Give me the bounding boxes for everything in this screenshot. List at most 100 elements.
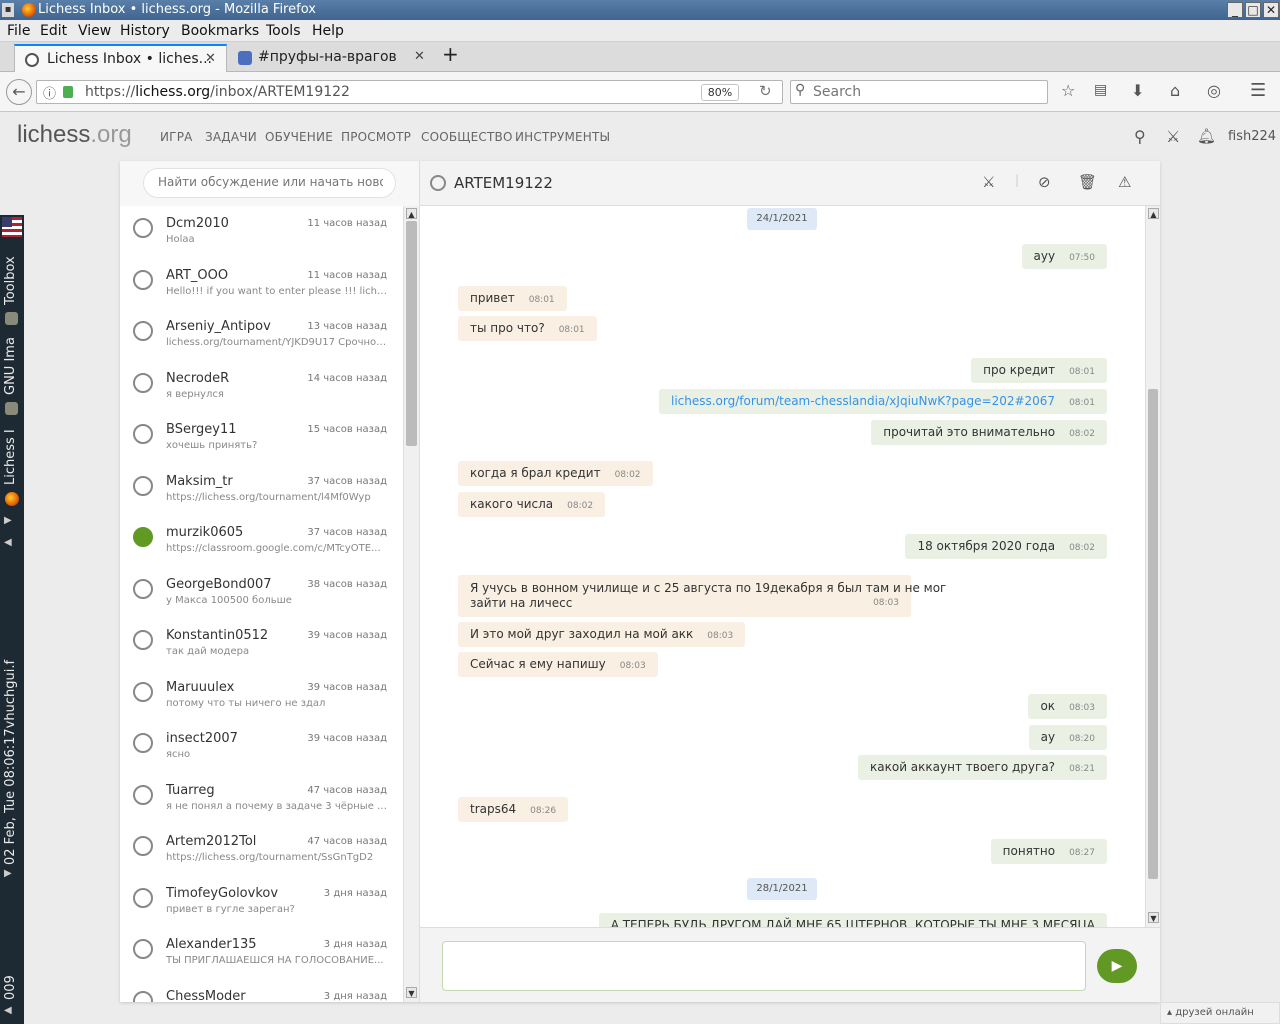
thread-item[interactable]: BSergey11 15 часов назад хочешь принять? bbox=[120, 412, 403, 463]
close-tab-icon[interactable]: ✕ bbox=[205, 51, 216, 66]
search-input[interactable] bbox=[813, 83, 1043, 101]
menu-tools[interactable]: Tools bbox=[266, 23, 301, 39]
message-link[interactable]: lichess.org/forum/team-chesslandia/xJqiu… bbox=[671, 394, 1055, 408]
nav-puzzles[interactable]: ЗАДАЧИ bbox=[205, 130, 257, 144]
thread-item[interactable]: GeorgeBond007 38 часов назад у Макса 10050… bbox=[120, 567, 403, 618]
thread-item[interactable]: Artem2012Tol 47 часов назад https://liches… bbox=[120, 824, 403, 875]
thread-item[interactable]: Maksim_tr 37 часов назад https://lichess.o… bbox=[120, 464, 403, 515]
scroll-down-icon[interactable]: ▼ bbox=[1148, 912, 1159, 923]
challenge-icon[interactable]: ⚔ bbox=[982, 173, 995, 191]
taskbar-item-lichess[interactable]: Lichess I bbox=[3, 429, 18, 485]
scroll-down-icon[interactable]: ▼ bbox=[406, 987, 417, 998]
taskbar-arrow-right-icon[interactable]: ▶ bbox=[4, 868, 12, 879]
notification-bell-icon[interactable]: 🔔︎ bbox=[1197, 127, 1216, 145]
search-bar[interactable]: ⚲ bbox=[790, 80, 1048, 104]
home-icon[interactable]: ⌂ bbox=[1170, 81, 1180, 100]
vpn-icon[interactable]: ◎ bbox=[1207, 81, 1221, 100]
delete-trash-icon[interactable]: 🗑︎ bbox=[1078, 173, 1097, 191]
thread-item[interactable]: Dcm2010 11 часов назад Holaa bbox=[120, 206, 403, 257]
message-time: 08:02 bbox=[1069, 543, 1095, 553]
url-bar[interactable]: ⓘ https://lichess.org/inbox/ARTEM19122 8… bbox=[36, 80, 783, 104]
close-tab-icon[interactable]: ✕ bbox=[414, 49, 425, 64]
menu-edit[interactable]: Edit bbox=[40, 23, 67, 39]
tab-lichess-inbox[interactable]: Lichess Inbox • liches... ✕ bbox=[14, 44, 227, 72]
nav-community[interactable]: СООБЩЕСТВО bbox=[421, 130, 513, 144]
user-status-icon bbox=[133, 784, 153, 805]
taskbar-arrow-left-icon[interactable]: ◀ bbox=[4, 537, 12, 548]
menu-view[interactable]: View bbox=[78, 23, 111, 39]
reading-list-icon[interactable]: ▤ bbox=[1094, 82, 1107, 98]
message-text: какого числа bbox=[470, 497, 554, 511]
reload-icon[interactable]: ↻ bbox=[759, 82, 772, 100]
back-arrow-icon[interactable]: ← bbox=[6, 79, 32, 105]
gimp-app-icon bbox=[5, 312, 18, 325]
nav-learn[interactable]: ОБУЧЕНИЕ bbox=[265, 130, 333, 144]
taskbar-item-toolbox[interactable]: Toolbox bbox=[3, 256, 18, 305]
us-flag-icon[interactable] bbox=[2, 217, 22, 237]
report-warning-icon[interactable]: ⚠ bbox=[1118, 173, 1131, 191]
taskbar-arrow-right-icon[interactable]: ▶ bbox=[4, 515, 12, 526]
info-icon[interactable]: ⓘ bbox=[43, 83, 56, 102]
challenge-swords-icon[interactable]: ⚔ bbox=[1166, 127, 1180, 146]
menu-help[interactable]: Help bbox=[312, 23, 344, 39]
scrollbar-thumb[interactable] bbox=[406, 221, 417, 446]
close-window-button[interactable]: ✕ bbox=[1263, 2, 1279, 18]
tab-discord[interactable]: #пруфы-на-врагов ✕ bbox=[228, 44, 436, 72]
scroll-up-icon[interactable]: ▲ bbox=[1148, 208, 1159, 219]
thread-item[interactable]: Tuarreg 47 часов назад я не понял а почему… bbox=[120, 773, 403, 824]
thread-username: Maruuulex bbox=[166, 679, 235, 695]
thread-item[interactable]: ChessModer 3 дня назад bbox=[120, 979, 403, 1002]
message-text: зайти на личесс bbox=[470, 596, 573, 610]
site-logo[interactable]: lichess.org bbox=[17, 121, 132, 149]
user-status-icon bbox=[133, 939, 153, 959]
taskbar-arrow-left-icon[interactable]: ◀ bbox=[4, 1005, 12, 1016]
message-scrollbar[interactable]: ▲ ▼ bbox=[1145, 206, 1160, 927]
friends-online-label: друзей онлайн bbox=[1175, 1007, 1254, 1018]
thread-username: Dcm2010 bbox=[166, 216, 229, 231]
conversation-title[interactable]: ARTEM19122 bbox=[454, 174, 553, 192]
hamburger-menu-icon[interactable]: ☰ bbox=[1250, 80, 1266, 101]
thread-item[interactable]: insect2007 39 часов назад ясно bbox=[120, 721, 403, 772]
maximize-button[interactable]: □ bbox=[1245, 2, 1261, 18]
new-tab-button[interactable]: + bbox=[442, 42, 466, 70]
sidebar-scrollbar[interactable]: ▲ ▼ bbox=[403, 206, 419, 1002]
message-input[interactable] bbox=[442, 941, 1086, 991]
nav-watch[interactable]: ПРОСМОТР bbox=[341, 130, 411, 144]
thread-item[interactable]: NecrodeR 14 часов назад я вернулся bbox=[120, 361, 403, 412]
user-status-icon bbox=[133, 321, 153, 341]
menu-history[interactable]: History bbox=[120, 23, 170, 39]
site-search-icon[interactable]: ⚲ bbox=[1134, 127, 1146, 146]
bookmark-star-icon[interactable]: ☆ bbox=[1061, 81, 1075, 100]
minimize-button[interactable]: _ bbox=[1227, 2, 1243, 18]
message-text: Сейчас я ему напишу bbox=[470, 657, 606, 671]
thread-item[interactable]: Arseniy_Antipov 13 часов назад lichess.org… bbox=[120, 309, 403, 360]
scrollbar-thumb[interactable] bbox=[1148, 389, 1158, 879]
thread-search-input[interactable] bbox=[158, 175, 383, 189]
message-text: когда я брал кредит bbox=[470, 466, 601, 480]
thread-item[interactable]: murzik0605 37 часов назад https://classroo… bbox=[120, 515, 403, 566]
menu-bookmarks[interactable]: Bookmarks bbox=[181, 23, 259, 39]
thread-item[interactable]: Alexander135 3 дня назад ТЫ ПРИГЛАШАЕШСЯ Н… bbox=[120, 927, 403, 978]
message-theirs: привет 08:01 bbox=[458, 286, 567, 311]
nav-tools[interactable]: ИНСТРУМЕНТЫ bbox=[515, 130, 610, 144]
thread-item[interactable]: ART_OOO 11 часов назад Hello!!! if you wan… bbox=[120, 258, 403, 309]
friends-online-box[interactable]: ▴ друзей онлайн bbox=[1160, 1002, 1280, 1024]
message-theirs: Я учусь в вонном училище и с 25 августа … bbox=[458, 575, 946, 617]
scroll-up-icon[interactable]: ▲ bbox=[406, 208, 417, 219]
send-button[interactable]: ▶ bbox=[1097, 949, 1137, 983]
taskbar-item-gimp[interactable]: GNU Ima bbox=[3, 337, 18, 395]
block-icon[interactable]: ⊘ bbox=[1038, 173, 1051, 191]
send-arrow-icon: ▶ bbox=[1111, 958, 1123, 974]
message-mine: прочитай это внимательно 08:02 bbox=[871, 420, 1107, 445]
window-menu-button[interactable]: ▪ bbox=[2, 3, 14, 17]
message-text: А ТЕПЕРЬ БУДЬ ДРУГОМ ДАЙ МНЕ 65 ШТЕРНОВ,… bbox=[610, 918, 1095, 927]
nav-play[interactable]: ИГРА bbox=[160, 130, 193, 144]
thread-item[interactable]: Konstantin0512 39 часов назад так дай моде… bbox=[120, 618, 403, 669]
menu-file[interactable]: File bbox=[7, 23, 30, 39]
thread-item[interactable]: TimofeyGolovkov 3 дня назад привет в гугле… bbox=[120, 876, 403, 927]
user-menu[interactable]: fish224 bbox=[1228, 129, 1276, 144]
thread-search-box[interactable] bbox=[143, 168, 396, 198]
thread-item[interactable]: Maruuulex 39 часов назад потому что ты нич… bbox=[120, 670, 403, 721]
zoom-level[interactable]: 80% bbox=[701, 84, 739, 101]
download-icon[interactable]: ⬇ bbox=[1131, 81, 1144, 100]
